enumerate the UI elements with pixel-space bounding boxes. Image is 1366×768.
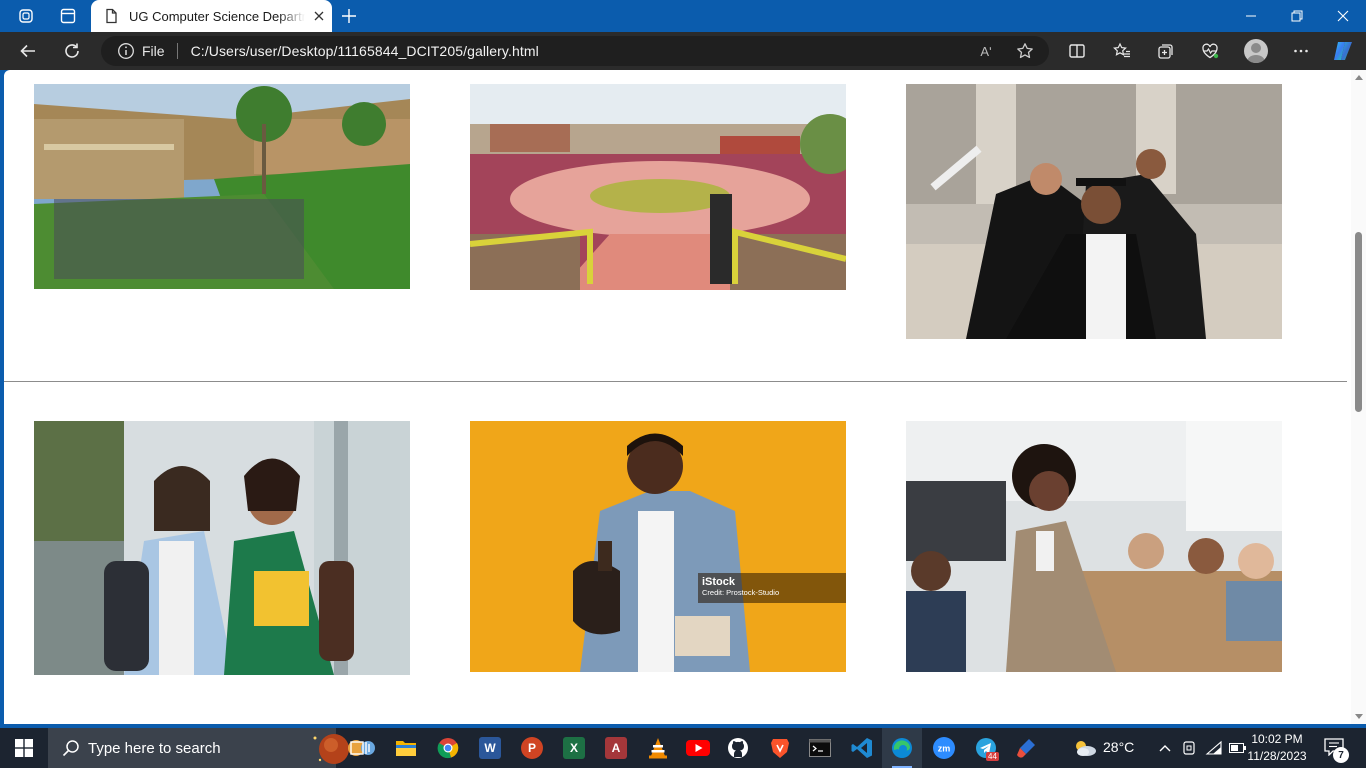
zoom-icon: zm bbox=[933, 737, 955, 759]
watermark-brand: iStock bbox=[702, 576, 736, 588]
show-hidden-icons-chevron-icon[interactable] bbox=[1155, 738, 1175, 758]
svg-text:zm: zm bbox=[938, 744, 951, 754]
paint-brush-icon bbox=[1017, 739, 1035, 758]
page-viewport: iStock Credit: Prostock-Studio bbox=[4, 70, 1366, 724]
copilot-icon[interactable] bbox=[1331, 39, 1355, 63]
close-tab-icon[interactable] bbox=[311, 8, 327, 24]
youtube-button[interactable] bbox=[678, 728, 718, 768]
active-tab[interactable]: UG Computer Science Department bbox=[91, 0, 332, 32]
notification-count-badge: 7 bbox=[1333, 747, 1349, 763]
new-tab-icon[interactable] bbox=[337, 4, 361, 28]
brave-lion-icon bbox=[771, 739, 789, 758]
github-icon bbox=[728, 738, 748, 758]
edge-button[interactable] bbox=[882, 728, 922, 768]
search-placeholder: Type here to search bbox=[88, 739, 221, 757]
file-explorer-button[interactable] bbox=[386, 728, 426, 768]
scroll-up-arrow-icon[interactable] bbox=[1355, 75, 1363, 80]
vlc-cone-icon bbox=[649, 738, 667, 759]
youtube-icon bbox=[686, 740, 710, 756]
refresh-icon[interactable] bbox=[58, 37, 86, 65]
wifi-icon[interactable] bbox=[1204, 738, 1224, 758]
powerpoint-button[interactable]: P bbox=[512, 728, 552, 768]
chrome-button[interactable] bbox=[428, 728, 468, 768]
terminal-button[interactable] bbox=[800, 728, 840, 768]
campus-walkway-student-photo bbox=[470, 84, 846, 290]
zoom-button[interactable]: zm bbox=[924, 728, 964, 768]
smiling-student-yellow-background-photo: iStock Credit: Prostock-Studio bbox=[470, 421, 846, 672]
taskbar-clock[interactable]: 10:02 PM 11/28/2023 bbox=[1247, 731, 1307, 765]
read-aloud-icon[interactable]: Aʹ bbox=[976, 41, 996, 61]
taskbar-search-box[interactable]: Type here to search bbox=[48, 728, 375, 768]
watermark-credit: Credit: Prostock-Studio bbox=[702, 588, 780, 597]
tab-title: UG Computer Science Department bbox=[129, 8, 305, 24]
github-button[interactable] bbox=[718, 728, 758, 768]
scroll-down-arrow-icon[interactable] bbox=[1355, 714, 1363, 719]
two-students-with-backpacks-photo bbox=[34, 421, 410, 675]
browser-essentials-icon[interactable] bbox=[1196, 37, 1224, 65]
access-icon: A bbox=[605, 737, 627, 759]
brave-button[interactable] bbox=[760, 728, 800, 768]
address-separator bbox=[176, 43, 178, 59]
word-button[interactable]: W bbox=[470, 728, 510, 768]
start-button[interactable] bbox=[0, 728, 48, 768]
restore-icon[interactable] bbox=[1274, 0, 1320, 32]
favorite-star-icon[interactable] bbox=[1015, 41, 1035, 61]
edge-icon bbox=[892, 738, 912, 758]
more-options-icon[interactable] bbox=[1287, 37, 1315, 65]
access-button[interactable]: A bbox=[596, 728, 636, 768]
section-divider bbox=[4, 381, 1347, 382]
weather-partly-cloudy-icon[interactable] bbox=[1072, 738, 1098, 758]
vscode-button[interactable] bbox=[842, 728, 882, 768]
excel-button[interactable]: X bbox=[554, 728, 594, 768]
vlc-button[interactable] bbox=[638, 728, 678, 768]
task-view-button[interactable] bbox=[340, 728, 380, 768]
search-icon bbox=[62, 739, 80, 757]
scroll-thumb[interactable] bbox=[1355, 232, 1362, 412]
word-icon: W bbox=[479, 737, 501, 759]
close-window-icon[interactable] bbox=[1320, 0, 1366, 32]
task-view-icon bbox=[350, 741, 370, 755]
graduates-celebrating-photo bbox=[906, 84, 1282, 339]
address-bar[interactable]: File C:/Users/user/Desktop/11165844_DCIT… bbox=[101, 36, 1049, 66]
windows-logo-icon bbox=[15, 739, 33, 757]
split-screen-icon[interactable] bbox=[1063, 37, 1091, 65]
vertical-scrollbar[interactable] bbox=[1351, 70, 1366, 724]
clock-date: 11/28/2023 bbox=[1247, 749, 1307, 763]
excel-icon: X bbox=[563, 737, 585, 759]
chrome-icon bbox=[437, 738, 459, 759]
workspaces-icon[interactable] bbox=[14, 4, 38, 28]
windows-taskbar: Type here to search W P X A zm 44 28°C 1… bbox=[0, 728, 1366, 768]
powerpoint-icon: P bbox=[521, 737, 543, 759]
vertical-tabs-icon[interactable] bbox=[56, 4, 80, 28]
device-tray-icon[interactable] bbox=[1179, 738, 1199, 758]
profile-avatar[interactable] bbox=[1244, 39, 1268, 63]
teacher-in-classroom-photo bbox=[906, 421, 1282, 672]
vscode-icon bbox=[851, 738, 872, 758]
folder-icon bbox=[396, 741, 416, 756]
stock-watermark: iStock Credit: Prostock-Studio bbox=[698, 573, 846, 603]
terminal-icon bbox=[809, 739, 831, 757]
url-text[interactable]: C:/Users/user/Desktop/11165844_DCIT205/g… bbox=[191, 43, 539, 59]
clock-time: 10:02 PM bbox=[1251, 732, 1303, 746]
collections-icon[interactable] bbox=[1152, 37, 1180, 65]
battery-icon[interactable] bbox=[1228, 738, 1248, 758]
info-icon[interactable] bbox=[117, 42, 135, 60]
scheme-label: File bbox=[142, 43, 165, 59]
paint-tool-button[interactable] bbox=[1006, 728, 1046, 768]
telegram-unread-badge: 44 bbox=[986, 752, 999, 761]
telegram-button[interactable]: 44 bbox=[966, 728, 1006, 768]
weather-temperature[interactable]: 28°C bbox=[1103, 739, 1134, 755]
back-arrow-icon[interactable] bbox=[14, 37, 42, 65]
page-icon bbox=[103, 8, 119, 24]
favorites-icon[interactable] bbox=[1108, 37, 1136, 65]
browser-title-bar: UG Computer Science Department bbox=[0, 0, 1366, 32]
campus-courtyard-crowd-photo bbox=[34, 84, 410, 289]
minimize-icon[interactable] bbox=[1228, 0, 1274, 32]
browser-toolbar: File C:/Users/user/Desktop/11165844_DCIT… bbox=[0, 32, 1366, 70]
